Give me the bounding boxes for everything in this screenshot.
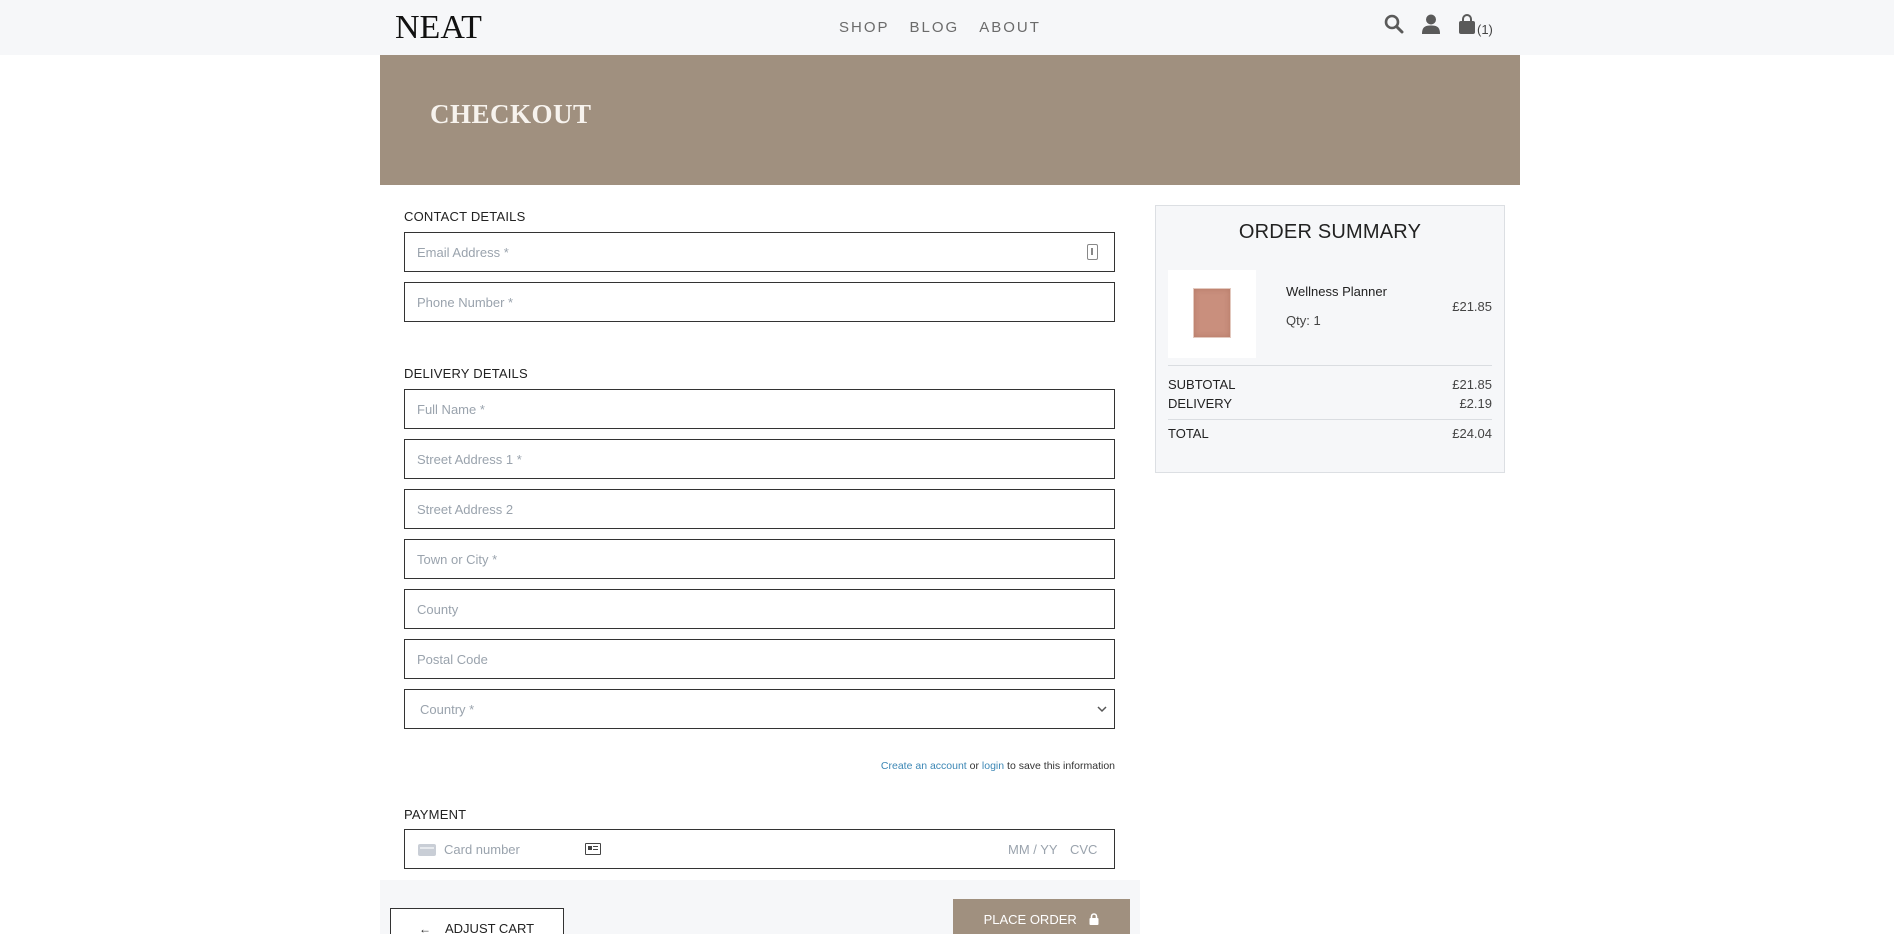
full-name-field[interactable] [404,389,1115,429]
save-info-text: Create an account or login to save this … [404,760,1115,772]
product-image [1193,288,1231,338]
autofill-icon[interactable] [1087,244,1098,260]
delivery-details-heading: DELIVERY DETAILS [404,366,528,381]
postal-code-input[interactable] [405,640,1114,678]
card-brand-icon [418,844,436,856]
page-title: CHECKOUT [430,99,592,129]
arrow-left-icon: ← [419,921,431,934]
save-info-or: or [969,760,979,772]
email-input[interactable] [405,233,1114,271]
county-field[interactable] [404,589,1115,629]
total-label: TOTAL [1168,426,1209,441]
adjust-cart-label: ADJUST CART [445,920,535,934]
card-number-input[interactable]: Card number [444,842,520,857]
search-icon[interactable] [1384,14,1404,39]
card-cvc-input[interactable]: CVC [1070,842,1097,857]
adjust-cart-button[interactable]: ← ADJUST CART [390,908,564,934]
product-thumbnail[interactable] [1168,270,1256,358]
total-value: £24.04 [1452,426,1492,441]
subtotal-value: £21.85 [1452,377,1492,392]
product-qty: Qty: 1 [1286,313,1321,328]
subtotal-label: SUBTOTAL [1168,377,1236,392]
place-order-label: PLACE ORDER [983,911,1077,927]
order-summary: ORDER SUMMARY Wellness Planner Qty: 1 £2… [1155,205,1505,473]
delivery-label: DELIVERY [1168,396,1233,411]
order-summary-title: ORDER SUMMARY [1238,221,1422,243]
cart-count-badge[interactable]: (1) [1477,22,1493,37]
nav-about[interactable]: ABOUT [979,19,1041,36]
create-account-link[interactable]: Create an account [881,760,967,772]
product-name: Wellness Planner [1286,284,1387,299]
summary-divider [1168,419,1492,420]
delivery-value: £2.19 [1459,396,1492,411]
summary-divider [1168,365,1492,366]
postal-code-field[interactable] [404,639,1115,679]
header-icons: (1) [1384,14,1493,39]
checkout-hero: CHECKOUT [380,55,1520,185]
county-input[interactable] [405,590,1114,628]
brand-logo[interactable]: NEAT [395,9,482,47]
street-address-1-field[interactable] [404,439,1115,479]
email-field[interactable] [404,232,1115,272]
nav-blog[interactable]: BLOG [910,19,960,36]
top-navbar: NEAT SHOP BLOG ABOUT (1) [0,0,1894,55]
phone-field[interactable] [404,282,1115,322]
country-select[interactable]: Country * [404,689,1115,729]
full-name-input[interactable] [405,390,1114,428]
save-info-suffix: to save this information [1007,760,1115,772]
nav-shop[interactable]: SHOP [839,19,890,36]
contact-details-heading: CONTACT DETAILS [404,209,526,224]
card-element[interactable]: Card number MM / YY CVC [404,829,1115,869]
payment-heading: PAYMENT [404,807,467,822]
login-link[interactable]: login [982,760,1004,772]
product-price: £21.85 [1452,299,1492,314]
main-nav: SHOP BLOG ABOUT [839,19,1061,36]
street-address-2-input[interactable] [405,490,1114,528]
phone-input[interactable] [405,283,1114,321]
country-dropdown[interactable]: Country * [405,690,1114,728]
card-autofill-icon[interactable] [585,843,601,855]
user-icon[interactable] [1422,14,1440,39]
town-city-input[interactable] [405,540,1114,578]
street-address-1-input[interactable] [405,440,1114,478]
street-address-2-field[interactable] [404,489,1115,529]
town-city-field[interactable] [404,539,1115,579]
card-expiry-input[interactable]: MM / YY [1008,842,1058,857]
lock-icon [1089,912,1099,925]
shopping-bag-icon[interactable] [1458,14,1476,39]
place-order-button[interactable]: PLACE ORDER [953,899,1130,934]
